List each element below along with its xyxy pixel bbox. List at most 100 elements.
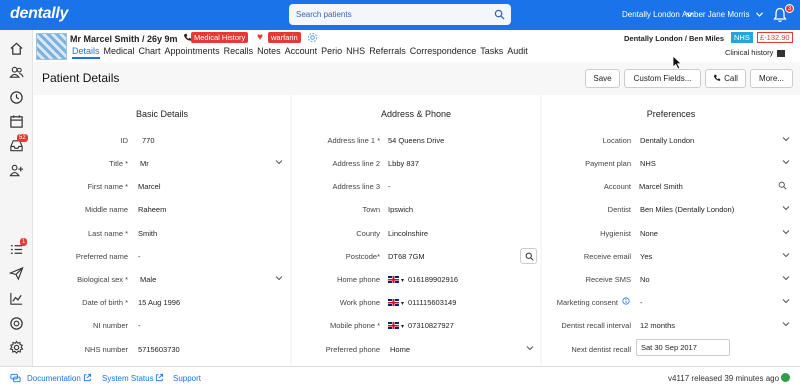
heart-icon: ♥ — [257, 32, 263, 43]
receive-email-select[interactable]: Receive email Yes — [542, 250, 800, 264]
county-field[interactable]: County Lincolnshire — [292, 227, 540, 241]
support-link[interactable]: Support — [173, 374, 201, 383]
system-status-link[interactable]: System Status — [102, 374, 154, 383]
field-label: Receive email — [583, 252, 631, 261]
sex-select[interactable]: Biological sex * Male — [34, 273, 290, 287]
tab-audit[interactable]: Audit — [507, 46, 528, 59]
ni-number-field[interactable]: NI number - — [34, 319, 290, 333]
search-icon[interactable] — [778, 181, 787, 190]
balance-badge[interactable]: £-132.90 — [757, 32, 793, 43]
tab-appointments[interactable]: Appointments — [165, 46, 220, 59]
patient-avatar[interactable] — [36, 33, 67, 60]
location-select[interactable]: Location Dentally London — [542, 134, 800, 148]
tab-recalls[interactable]: Recalls — [224, 46, 254, 59]
field-value: Ben Miles (Dentally London) — [640, 205, 735, 214]
tab-account[interactable]: Account — [285, 46, 318, 59]
field-value: Mr — [140, 159, 149, 168]
tab-chart[interactable]: Chart — [139, 46, 161, 59]
add-user-icon[interactable] — [9, 163, 24, 178]
nhs-number-field[interactable]: NHS number 5715603730 — [34, 343, 290, 357]
tasks-badge: 1 — [20, 238, 28, 246]
dentally-logo[interactable]: dentally — [10, 5, 68, 23]
caret-down-icon[interactable]: ▾ — [401, 301, 404, 307]
address-line3-field[interactable]: Address line 3- — [292, 180, 540, 194]
town-field[interactable]: Town Ipswich — [292, 203, 540, 217]
custom-fields-button[interactable]: Custom Fields... — [624, 69, 701, 88]
address-line2-field[interactable]: Address line 2 Lbby 837 — [292, 157, 540, 171]
marketing-consent-select[interactable]: Marketing consent - — [542, 296, 800, 310]
documentation-link[interactable]: Documentation — [27, 374, 81, 383]
field-label: Address line 2 — [332, 159, 380, 168]
gear-icon[interactable] — [307, 32, 318, 43]
dob-field[interactable]: Date of birth * 15 Aug 1996 — [34, 296, 290, 310]
field-label: Preferred phone — [325, 345, 380, 354]
hygienist-select[interactable]: Hygienist None — [542, 227, 800, 241]
address-title: Address & Phone — [380, 109, 452, 119]
field-value: 12 months — [640, 321, 676, 330]
patient-tabs: Details Medical Chart Appointments Recal… — [72, 46, 532, 59]
basic-details-panel: Basic Details ID 770 Title * Mr First name… — [34, 95, 290, 366]
caret-down-icon[interactable]: ▾ — [401, 278, 404, 284]
first-name-field[interactable]: First name * Marcel — [34, 180, 290, 194]
external-link-icon — [83, 373, 92, 382]
practice-label: Dentally London — [622, 10, 680, 19]
postcode-field[interactable]: Postcode* DT68 7GM — [292, 248, 540, 264]
field-label: Dentist recall interval — [561, 321, 631, 330]
help-icon[interactable] — [9, 316, 24, 331]
clinical-history-label: Clinical history — [725, 48, 774, 57]
medical-history-badge[interactable]: Medical History — [191, 32, 249, 43]
settings-icon[interactable] — [9, 340, 24, 355]
chevron-down-icon — [782, 322, 790, 327]
patients-icon[interactable] — [9, 65, 24, 80]
clinical-history-link[interactable]: Clinical history — [725, 48, 786, 57]
search-icon[interactable] — [494, 9, 505, 20]
send-icon[interactable] — [9, 266, 24, 281]
chat-icon[interactable] — [10, 373, 21, 383]
calendar-icon[interactable] — [9, 114, 24, 129]
tab-nhs[interactable]: NHS — [346, 46, 365, 59]
reports-icon[interactable] — [9, 291, 24, 306]
middle-name-field[interactable]: Middle name Raheem — [34, 203, 290, 217]
account-field[interactable]: Account Marcel Smith — [542, 180, 800, 194]
postcode-lookup-button[interactable] — [520, 248, 537, 264]
next-recall-input[interactable]: Sat 30 Sep 2017 — [636, 339, 730, 356]
receive-sms-select[interactable]: Receive SMS No — [542, 273, 800, 287]
field-value: Yes — [640, 252, 653, 261]
preferred-phone-select[interactable]: Preferred phone Home — [292, 343, 540, 357]
tab-medical[interactable]: Medical — [104, 46, 135, 59]
tab-details[interactable]: Details — [72, 46, 100, 59]
top-bar: dentally Search patients Dentally London… — [0, 0, 800, 30]
info-icon[interactable] — [622, 297, 630, 305]
save-button[interactable]: Save — [585, 69, 620, 88]
tab-notes[interactable]: Notes — [257, 46, 281, 59]
field-label: Next dentist recall — [571, 345, 631, 354]
chevron-down-icon — [782, 230, 790, 235]
status-indicator — [781, 373, 790, 382]
home-icon[interactable] — [9, 41, 24, 56]
warfarin-alert-badge[interactable]: warfarin — [268, 32, 301, 43]
phone-number: 011115603149 — [408, 298, 457, 307]
mobile-phone-field[interactable]: Mobile phone * ▾ 07310827927 — [292, 319, 540, 333]
tab-referrals[interactable]: Referrals — [369, 46, 406, 59]
work-phone-field[interactable]: Work phone ▾ 011115603149 — [292, 296, 540, 310]
user-menu[interactable]: Amber Jane Morris — [682, 10, 763, 19]
preferred-name-field[interactable]: Preferred name - — [34, 250, 290, 264]
clock-icon[interactable] — [9, 90, 24, 105]
search-icon — [525, 252, 534, 261]
more-button[interactable]: More... — [750, 69, 793, 88]
recall-interval-select[interactable]: Dentist recall interval 12 months — [542, 319, 800, 333]
payment-plan-select[interactable]: Payment plan NHS — [542, 157, 800, 171]
tab-correspondence[interactable]: Correspondence — [410, 46, 477, 59]
caret-down-icon[interactable]: ▾ — [401, 324, 404, 330]
address-line1-field[interactable]: Address line 1 * 54 Queens Drive — [292, 134, 540, 148]
tab-perio[interactable]: Perio — [321, 46, 342, 59]
tab-tasks[interactable]: Tasks — [480, 46, 503, 59]
home-phone-field[interactable]: Home phone ▾ 016189902916 — [292, 273, 540, 287]
search-input[interactable]: Search patients — [289, 4, 511, 25]
title-select[interactable]: Title * Mr — [34, 157, 290, 171]
dentist-select[interactable]: Dentist Ben Miles (Dentally London) — [542, 203, 800, 217]
call-button[interactable]: Call — [705, 69, 746, 88]
last-name-field[interactable]: Last name * Smith — [34, 227, 290, 241]
field-value: Male — [140, 275, 157, 284]
next-recall-field[interactable]: Next dentist recall Sat 30 Sep 2017 — [542, 339, 800, 357]
